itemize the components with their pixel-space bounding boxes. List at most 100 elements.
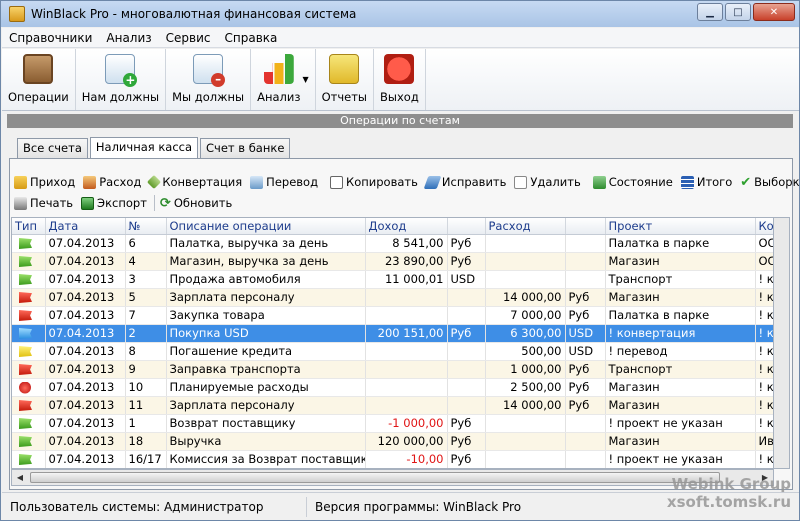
cell-description: Погашение кредита [166,342,366,361]
safe-icon [23,54,54,84]
reports-button[interactable]: Отчеты [316,49,375,110]
analysis-label: Анализ [257,90,301,104]
delete-button[interactable]: Удалить [511,175,585,189]
cell-date: 07.04.2013 [45,342,126,361]
income-button[interactable]: Приход [11,175,80,189]
cell-income: 23 890,00 [365,252,448,271]
tab-bank-account[interactable]: Счет в банке [200,138,291,158]
state-button[interactable]: Состояние [590,175,678,189]
card-minus-icon [193,54,226,87]
table-row[interactable]: 07.04.2013 16/17 Комиссия за Возврат поста… [12,450,773,468]
table-row[interactable]: 07.04.2013 5 Зарплата персоналу 14 000,00 Ру… [12,288,773,307]
menu-service[interactable]: Сервис [159,31,218,45]
cell-date: 07.04.2013 [45,432,126,451]
card-plus-icon [105,54,138,87]
cell-expense: 7 000,00 [485,306,566,325]
cell-date: 07.04.2013 [45,288,126,307]
cell-date: 07.04.2013 [45,234,126,253]
cell-type [12,396,46,415]
cell-date: 07.04.2013 [45,360,126,379]
tab-cash-register[interactable]: Наличная касса [89,137,199,159]
total-button[interactable]: Итого [678,175,737,189]
table-row[interactable]: 07.04.2013 1 Возврат поставщику -1 000,00 Ру… [12,414,773,433]
cell-income-currency: USD [447,270,486,289]
title-bar[interactable]: WinBlack Pro - многовалютная финансовая … [1,1,799,27]
col-expense[interactable]: Расход [485,218,566,235]
print-button[interactable]: Печать [11,196,78,210]
menu-analysis[interactable]: Анализ [99,31,158,45]
coins-plus-icon [14,175,27,189]
table-row[interactable]: 07.04.2013 11 Зарплата персоналу 14 000,00 Р… [12,396,773,415]
exit-button[interactable]: Выход [374,49,426,110]
analysis-dropdown-icon[interactable]: ▼ [302,49,316,110]
conversion-button[interactable]: Конвертация [146,174,247,190]
expense-button[interactable]: Расход [80,175,146,189]
table-row[interactable]: 07.04.2013 10 Планируемые расходы 2 500,00 Р… [12,378,773,397]
cell-date: 07.04.2013 [45,414,126,433]
vertical-scrollbar[interactable] [774,217,790,469]
scroll-thumb[interactable] [30,472,720,483]
cell-ko: ! к [755,342,773,361]
checkmark-icon: ✔ [740,174,752,190]
filter-button[interactable]: ✔Выборка [737,175,800,190]
menu-directories[interactable]: Справочники [2,31,99,45]
col-description[interactable]: Описание операции [166,218,366,235]
col-number[interactable]: № [125,218,167,235]
table-row[interactable]: 07.04.2013 2 Покупка USD 200 151,00 Руб 6 300… [12,324,773,343]
cell-type [12,360,46,379]
transfer-icon [250,175,264,189]
we-owe-button[interactable]: Мы должны [166,49,252,110]
cell-type [12,342,46,361]
cell-income-currency: Руб [447,414,486,433]
export-button[interactable]: Экспорт [78,196,152,210]
scroll-left-icon[interactable]: ◀ [12,470,28,485]
cell-date: 07.04.2013 [45,306,126,325]
total-label: Итого [696,175,733,189]
cell-income [365,360,448,379]
cell-project: Магазин [605,396,756,415]
maximize-button[interactable]: □ [725,3,751,21]
table-row[interactable]: 07.04.2013 6 Палатка, выручка за день 8 541… [12,234,773,253]
col-type[interactable]: Тип [12,218,46,235]
col-income[interactable]: Доход [365,218,448,235]
cell-expense-currency [565,432,606,451]
cell-number: 7 [125,306,167,325]
transfer-button[interactable]: Перевод [247,175,323,189]
cell-type [12,252,46,271]
col-ko[interactable]: Ко [755,218,773,235]
cell-date: 07.04.2013 [45,270,126,289]
col-expense-currency[interactable] [565,218,606,235]
table-row[interactable]: 07.04.2013 18 Выручка 120 000,00 Руб Магазин И… [12,432,773,451]
horizontal-scrollbar[interactable]: ◀ ▶ [11,469,774,486]
close-button[interactable]: ✕ [753,3,795,21]
cell-expense-currency: Руб [565,306,606,325]
col-project[interactable]: Проект [605,218,756,235]
cell-expense-currency: Руб [565,378,606,397]
exit-label: Выход [380,90,419,104]
edit-button[interactable]: Исправить [423,175,512,189]
cell-description: Магазин, выручка за день [166,252,366,271]
cell-project: Палатка в парке [605,306,756,325]
table-row[interactable]: 07.04.2013 8 Погашение кредита 500,00 USD! п… [12,342,773,361]
table-row[interactable]: 07.04.2013 4 Магазин, выручка за день 23 89… [12,252,773,271]
excel-icon [81,196,95,210]
menu-help[interactable]: Справка [218,31,285,45]
col-date[interactable]: Дата [45,218,126,235]
col-income-currency[interactable] [447,218,486,235]
table-row[interactable]: 07.04.2013 9 Заправка транспорта 1 000,00 Ру… [12,360,773,379]
operations-button[interactable]: Операции [2,49,76,110]
table-row[interactable]: 07.04.2013 3 Продажа автомобиля 11 000,01 US… [12,270,773,289]
minimize-button[interactable]: ▁ [697,3,723,21]
copy-button[interactable]: Копировать [327,175,423,189]
cell-income [365,396,448,415]
tab-all-accounts[interactable]: Все счета [17,138,88,158]
separator [153,195,155,211]
refresh-button[interactable]: ⟳ Обновить [157,196,237,211]
green-flag-icon [19,274,32,285]
cell-expense-currency [565,450,606,468]
table-row[interactable]: 07.04.2013 7 Закупка товара 7 000,00 Руб Пала… [12,306,773,325]
owed-to-us-button[interactable]: Нам должны [76,49,167,110]
analysis-button[interactable]: Анализ [251,49,306,110]
cell-type [12,432,46,451]
cell-description: Зарплата персоналу [166,288,366,307]
